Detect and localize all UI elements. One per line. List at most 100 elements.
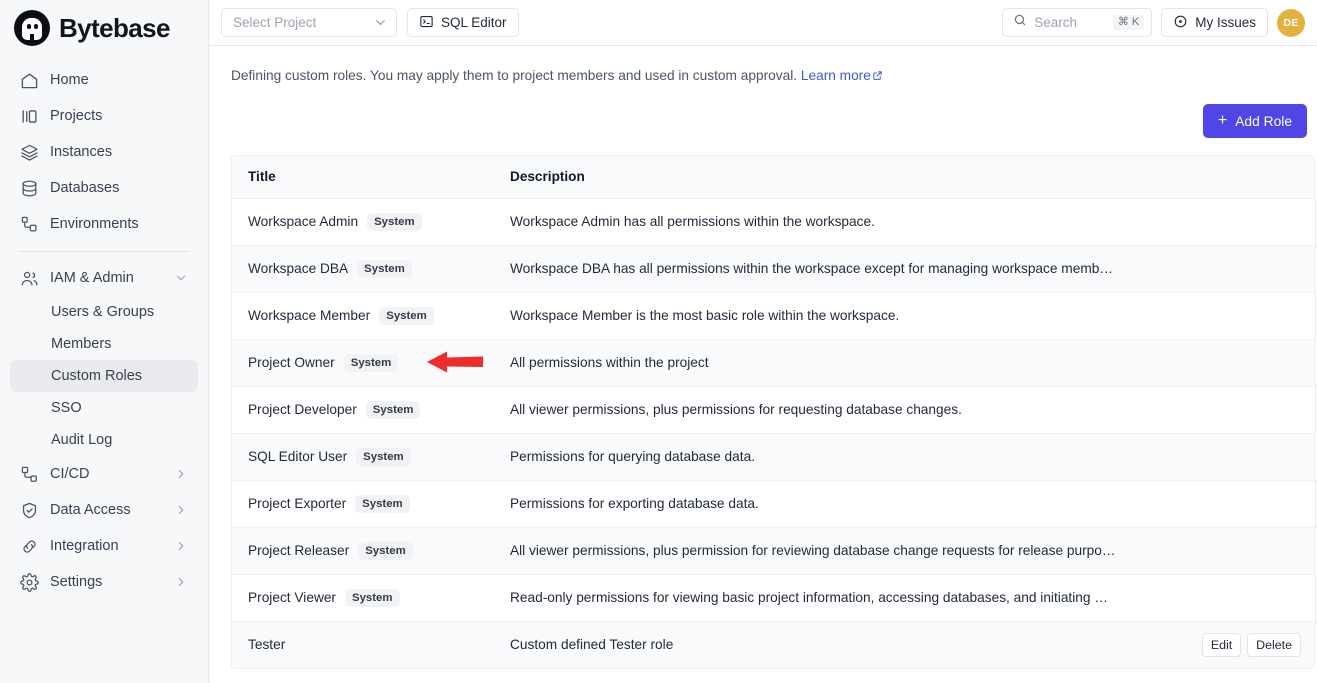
sidebar-sub-label: Custom Roles xyxy=(51,368,143,384)
column-header-title: Title xyxy=(248,169,276,185)
sidebar-item-users-groups[interactable]: Users & Groups xyxy=(10,296,198,328)
system-badge: System xyxy=(379,306,434,325)
cell-actions xyxy=(1195,245,1315,292)
cell-title: Project Releaser System xyxy=(232,527,504,574)
cicd-icon xyxy=(20,465,39,484)
cell-description: Custom defined Tester role xyxy=(510,637,674,653)
edit-button[interactable]: Edit xyxy=(1201,632,1242,657)
sidebar-item-home[interactable]: Home xyxy=(10,62,198,98)
sidebar-item-label: Projects xyxy=(50,108,103,124)
projects-icon xyxy=(20,107,39,126)
sidebar-item-databases[interactable]: Databases xyxy=(10,170,198,206)
delete-button[interactable]: Delete xyxy=(1247,632,1301,657)
terminal-icon xyxy=(419,14,434,32)
sidebar-sub-label: Users & Groups xyxy=(51,304,155,320)
cell-actions xyxy=(1195,339,1315,386)
sidebar-item-environments[interactable]: Environments xyxy=(10,206,198,242)
sidebar-divider xyxy=(18,251,190,252)
sidebar-item-members[interactable]: Members xyxy=(10,328,198,360)
gear-icon xyxy=(20,572,39,592)
sidebar-group-iam-admin[interactable]: IAM & Admin xyxy=(10,260,198,296)
cell-title: Workspace DBA System xyxy=(232,245,504,292)
sidebar-item-projects[interactable]: Projects xyxy=(10,98,198,134)
sql-editor-button[interactable]: SQL Editor xyxy=(407,8,519,37)
home-icon xyxy=(20,71,39,90)
sidebar-group-data-access[interactable]: Data Access xyxy=(10,492,198,528)
system-badge: System xyxy=(343,353,399,372)
search-input[interactable]: Search ⌘ K xyxy=(1002,8,1153,37)
sidebar-group-settings[interactable]: Settings xyxy=(10,564,198,600)
sidebar-item-audit-log[interactable]: Audit Log xyxy=(10,424,198,456)
my-issues-label: My Issues xyxy=(1195,15,1256,30)
cell-actions xyxy=(1195,574,1315,621)
role-title: Workspace DBA xyxy=(248,260,349,276)
sidebar-sub-label: Members xyxy=(51,336,112,352)
plus-icon: + xyxy=(1217,112,1228,130)
table-row[interactable]: Workspace DBA System Workspace DBA has all… xyxy=(232,245,1315,293)
chevron-right-icon xyxy=(174,467,188,481)
cell-title: Workspace Admin System xyxy=(232,198,504,245)
sidebar-item-label: Databases xyxy=(50,180,120,196)
table-row[interactable]: Tester Custom defined Tester role Edit Dele… xyxy=(232,621,1315,669)
learn-more-label: Learn more xyxy=(800,68,871,83)
cell-actions: Edit Delete xyxy=(1195,621,1315,668)
cell-title: Project Owner System xyxy=(232,339,504,386)
cell-description: All viewer permissions, plus permission … xyxy=(510,543,1116,559)
table-row[interactable]: Project Viewer System Read-only permission… xyxy=(232,574,1315,622)
cell-description: Workspace Admin has all permissions with… xyxy=(510,214,875,230)
topbar: Select Project SQL Editor Search ⌘ K My … xyxy=(209,0,1317,46)
role-title: Tester xyxy=(248,637,286,653)
table-row[interactable]: Project Releaser System All viewer permiss… xyxy=(232,527,1315,575)
add-role-button[interactable]: + Add Role xyxy=(1202,104,1307,139)
project-select[interactable]: Select Project xyxy=(221,8,397,37)
cell-title: Project Viewer System xyxy=(232,574,504,621)
app-root: Bytebase Home Projects Instances Databas… xyxy=(0,0,1317,683)
table-row[interactable]: SQL Editor User System Permissions for que… xyxy=(232,433,1315,481)
chevron-down-icon xyxy=(174,271,188,285)
sidebar: Bytebase Home Projects Instances Databas… xyxy=(0,0,209,683)
sql-editor-label: SQL Editor xyxy=(441,15,507,30)
sidebar-item-label: Home xyxy=(50,72,89,88)
sidebar-group-label: Data Access xyxy=(50,502,131,518)
table-row[interactable]: Workspace Admin System Workspace Admin has… xyxy=(232,198,1315,246)
page-description-text: Defining custom roles. You may apply the… xyxy=(231,68,798,83)
sidebar-item-instances[interactable]: Instances xyxy=(10,134,198,170)
role-title: Workspace Admin xyxy=(248,213,359,229)
search-shortcut: ⌘ K xyxy=(1112,15,1145,30)
cell-description: All viewer permissions, plus permissions… xyxy=(510,402,962,418)
avatar[interactable]: DE xyxy=(1277,8,1305,37)
instances-icon xyxy=(20,143,39,162)
learn-more-link[interactable]: Learn more xyxy=(801,68,883,83)
table-body: Workspace Admin System Workspace Admin has… xyxy=(232,198,1315,669)
role-title: Project Owner xyxy=(248,354,335,370)
bytebase-logo-icon xyxy=(14,10,50,46)
system-badge: System xyxy=(367,212,422,231)
cell-description: Workspace DBA has all permissions within… xyxy=(510,261,1114,277)
table-row[interactable]: Workspace Member System Workspace Member i… xyxy=(232,292,1315,340)
cell-title: Workspace Member System xyxy=(232,292,504,339)
cell-description: Workspace Member is the most basic role … xyxy=(510,308,900,324)
link-icon xyxy=(20,537,39,556)
sidebar-group-label: IAM & Admin xyxy=(50,270,134,286)
cell-actions xyxy=(1195,527,1315,574)
sidebar-group-cicd[interactable]: CI/CD xyxy=(10,456,198,492)
users-icon xyxy=(20,269,39,288)
sidebar-item-custom-roles[interactable]: Custom Roles xyxy=(10,360,198,392)
chevron-right-icon xyxy=(174,503,188,517)
my-issues-button[interactable]: My Issues xyxy=(1161,8,1268,37)
cell-title: Project Exporter System xyxy=(232,480,504,527)
table-row[interactable]: Project Owner System All permissions withi… xyxy=(232,339,1315,387)
search-placeholder: Search xyxy=(1034,15,1078,30)
cell-title: Tester xyxy=(232,621,504,668)
sidebar-sub-label: Audit Log xyxy=(51,432,113,448)
sidebar-group-integration[interactable]: Integration xyxy=(10,528,198,564)
brand[interactable]: Bytebase xyxy=(0,0,208,56)
table-row[interactable]: Project Exporter System Permissions for ex… xyxy=(232,480,1315,528)
table-row[interactable]: Project Developer System All viewer permis… xyxy=(232,386,1315,434)
system-badge: System xyxy=(356,447,411,466)
main-area: Select Project SQL Editor Search ⌘ K My … xyxy=(209,0,1317,683)
topbar-right: Search ⌘ K My Issues DE xyxy=(1002,8,1305,37)
role-title: Project Viewer xyxy=(248,589,336,605)
sidebar-item-sso[interactable]: SSO xyxy=(10,392,198,424)
cell-title: SQL Editor User System xyxy=(232,433,504,480)
